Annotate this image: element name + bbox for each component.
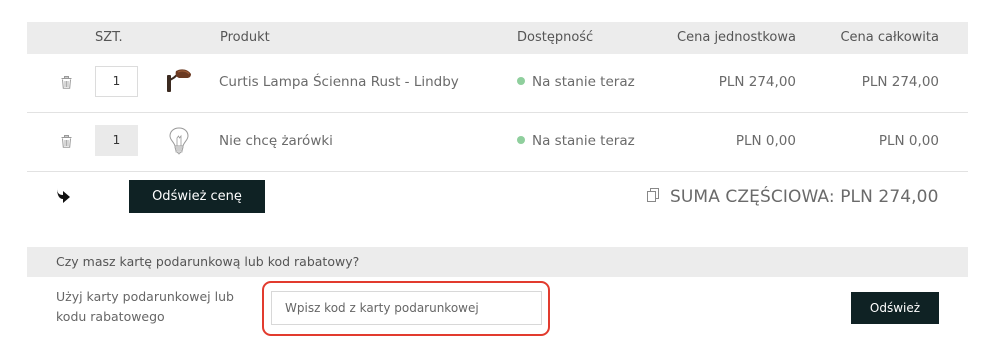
gift-code-input[interactable] [271, 291, 542, 325]
light-bulb-icon [169, 127, 189, 155]
subtotal-text: SUMA CZĘŚCIOWA: PLN 274,00 [670, 187, 939, 207]
availability-text: Na stanie teraz [532, 74, 635, 90]
unit-price: PLN 0,00 [735, 133, 796, 149]
availability-text: Na stanie teraz [532, 133, 635, 149]
gift-card-question: Czy masz kartę podarunkową lub kod rabat… [56, 254, 360, 269]
refresh-price-button[interactable]: Odśwież cenę [129, 180, 265, 213]
header-availability: Dostępność [517, 30, 594, 45]
quantity-input: 1 [95, 125, 138, 156]
copy-icon [647, 188, 659, 202]
curved-arrow-icon [57, 188, 70, 203]
header-unit-price: Cena jednostkowa [677, 30, 796, 45]
header-product: Produkt [220, 30, 270, 45]
wall-lamp-icon [167, 69, 191, 92]
gift-card-label: Użyj karty podarunkowej lub kodu rabatow… [56, 289, 234, 324]
availability-dot-icon [517, 77, 525, 85]
product-name[interactable]: Curtis Lampa Ścienna Rust - Lindby [219, 54, 459, 111]
unit-price: PLN 274,00 [718, 74, 796, 90]
availability-status: Na stanie teraz [517, 113, 635, 170]
total-price: PLN 0,00 [878, 133, 939, 149]
table-row: 1 Nie chcę żarówki Na stanie teraz PLN 0… [27, 113, 968, 172]
header-qty: SZT. [95, 30, 123, 45]
cart-table-header: SZT. Produkt Dostępność Cena jednostkowa… [27, 22, 968, 54]
trash-icon[interactable] [61, 135, 72, 148]
product-name[interactable]: Nie chcę żarówki [219, 113, 333, 170]
quantity-input[interactable]: 1 [95, 66, 138, 97]
header-total-price: Cena całkowita [840, 30, 939, 45]
table-row: 1 Curtis Lampa Ścienna Rust - Lindby Na … [27, 54, 968, 113]
trash-icon[interactable] [61, 76, 72, 89]
availability-status: Na stanie teraz [517, 54, 635, 111]
total-price: PLN 274,00 [861, 74, 939, 90]
availability-dot-icon [517, 136, 525, 144]
gift-card-section-header: Czy masz kartę podarunkową lub kod rabat… [27, 247, 968, 277]
apply-code-button[interactable]: Odśwież [851, 292, 939, 324]
